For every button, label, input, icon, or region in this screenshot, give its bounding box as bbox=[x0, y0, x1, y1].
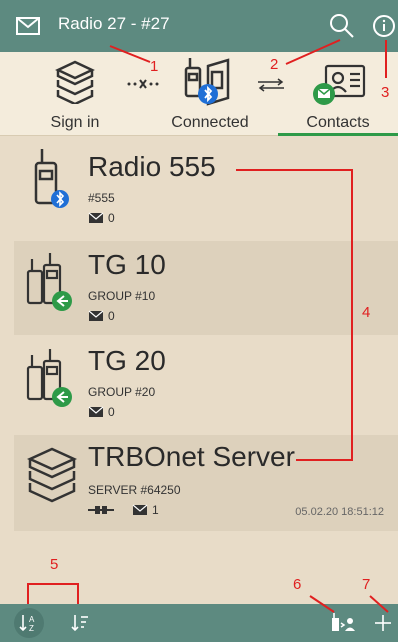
annotation-label: 4 bbox=[362, 304, 371, 321]
annotation-overlay bbox=[27, 39, 389, 613]
annotation-label: 6 bbox=[293, 576, 302, 593]
annotation-label: 1 bbox=[150, 58, 159, 75]
annotation-label: 3 bbox=[381, 84, 390, 101]
annotation-label: 2 bbox=[270, 56, 279, 73]
annotation-label: 7 bbox=[362, 576, 371, 593]
annotation-label: 5 bbox=[50, 556, 59, 573]
